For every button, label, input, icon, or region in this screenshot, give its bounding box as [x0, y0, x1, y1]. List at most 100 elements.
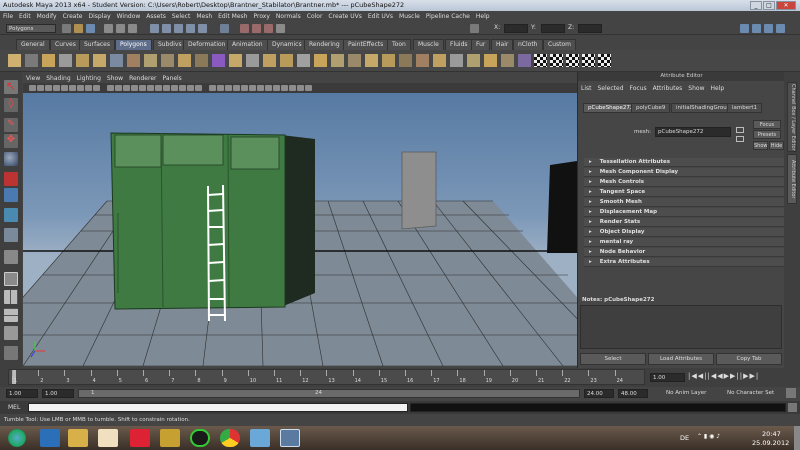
section-displacement-map[interactable]: Displacement Map — [584, 208, 784, 217]
shelf-tool-icon[interactable] — [246, 54, 259, 67]
shelf-tool-icon[interactable] — [467, 54, 480, 67]
shelf-tool-icon[interactable] — [450, 54, 463, 67]
menu-pipeline-cache[interactable]: Pipeline Cache — [426, 13, 470, 20]
viewport-tool-icon[interactable] — [195, 85, 202, 91]
shelf-tool-icon[interactable] — [212, 54, 225, 67]
select-by-component-icon[interactable] — [128, 24, 137, 33]
persp-graph-layout-icon[interactable] — [4, 326, 18, 340]
viewport-tool-icon[interactable] — [61, 85, 68, 91]
menu-help[interactable]: Help — [476, 13, 490, 20]
viewport-tool-icon[interactable] — [77, 85, 84, 91]
z-field[interactable] — [578, 24, 602, 33]
go-to-output-icon[interactable] — [736, 136, 744, 142]
app-icon[interactable] — [250, 429, 270, 447]
viewport-tool-icon[interactable] — [257, 85, 264, 91]
ae-menu-show[interactable]: Show — [688, 85, 704, 92]
ae-menu-focus[interactable]: Focus — [630, 85, 647, 92]
tool-settings-toggle-icon[interactable] — [776, 24, 785, 33]
maximize-button[interactable]: □ — [763, 1, 775, 10]
language-indicator[interactable]: DE — [680, 434, 689, 442]
menu-file[interactable]: File — [3, 13, 13, 20]
focus-button[interactable]: Focus — [753, 120, 781, 129]
shelf-tool-icon[interactable] — [59, 54, 72, 67]
shelf-tool-icon[interactable] — [582, 54, 595, 67]
ae-menu-list[interactable]: List — [581, 85, 592, 92]
gray-box-mesh[interactable] — [401, 151, 437, 230]
shelf-tool-icon[interactable] — [42, 54, 55, 67]
select-button[interactable]: Select — [580, 353, 646, 365]
viewport-tool-icon[interactable] — [53, 85, 60, 91]
perspective-viewport[interactable] — [23, 93, 577, 366]
viewport-tool-icon[interactable] — [305, 85, 312, 91]
tab-polycube[interactable]: polyCube9 — [631, 103, 671, 113]
menu-display[interactable]: Display — [89, 13, 111, 20]
viewport-tool-icon[interactable] — [155, 85, 162, 91]
x-field[interactable] — [504, 24, 528, 33]
viewport-tool-icon[interactable] — [171, 85, 178, 91]
persp-outliner-layout-icon[interactable] — [4, 308, 18, 322]
app-icon[interactable] — [160, 429, 180, 447]
render-view-icon[interactable] — [240, 24, 249, 33]
section-object-display[interactable]: Object Display — [584, 228, 784, 237]
range-slider[interactable]: 1 24 — [78, 389, 580, 398]
viewport-tool-icon[interactable] — [85, 85, 92, 91]
presets-button[interactable]: Presets — [753, 130, 781, 139]
sidebar-toggle-icon[interactable] — [740, 24, 749, 33]
shelf-tab-custom[interactable]: Custom — [543, 39, 576, 50]
select-by-hierarchy-icon[interactable] — [104, 24, 113, 33]
viewport-tool-icon[interactable] — [249, 85, 256, 91]
section-mesh-component-display[interactable]: Mesh Component Display — [584, 168, 784, 177]
file-explorer-icon[interactable] — [68, 429, 88, 447]
section-render-stats[interactable]: Render Stats — [584, 218, 784, 227]
go-to-end-icon[interactable]: ▶| — [750, 372, 760, 380]
shelf-tool-icon[interactable] — [297, 54, 310, 67]
viewport-tool-icon[interactable] — [69, 85, 76, 91]
shelf-tool-icon[interactable] — [178, 54, 191, 67]
menu-color[interactable]: Color — [307, 13, 323, 20]
shelf-tab-dynamics[interactable]: Dynamics — [267, 39, 307, 50]
new-scene-icon[interactable] — [62, 24, 71, 33]
move-tool-icon[interactable]: ✥ — [4, 134, 18, 148]
channel-box-toggle-icon[interactable] — [752, 24, 761, 33]
shelf-tool-icon[interactable] — [399, 54, 412, 67]
menu-select[interactable]: Select — [172, 13, 191, 20]
animation-end-field[interactable]: 48.00 — [618, 389, 648, 398]
playback-end-field[interactable]: 24.00 — [584, 389, 614, 398]
ae-menu-attributes[interactable]: Attributes — [653, 85, 683, 92]
soft-modification-icon[interactable] — [4, 208, 18, 222]
select-tool-icon[interactable]: ↖ — [4, 80, 18, 94]
select-by-object-icon[interactable] — [116, 24, 125, 33]
shelf-tab-polygons[interactable]: Polygons — [115, 39, 152, 50]
viewport-tool-icon[interactable] — [225, 85, 232, 91]
section-smooth-mesh[interactable]: Smooth Mesh — [584, 198, 784, 207]
shelf-tab-toon[interactable]: Toon — [387, 39, 411, 50]
menu-set-dropdown[interactable]: Polygons — [6, 24, 56, 33]
viewport-tool-icon[interactable] — [147, 85, 154, 91]
tab-attribute-editor[interactable]: Attribute Editor — [787, 154, 797, 204]
step-back-key-icon[interactable]: |◀ — [708, 372, 718, 380]
render-current-frame-icon[interactable] — [252, 24, 261, 33]
shelf-tool-icon[interactable] — [195, 54, 208, 67]
shelf-tool-icon[interactable] — [566, 54, 579, 67]
viewport-tool-icon[interactable] — [179, 85, 186, 91]
app-icon[interactable] — [130, 429, 150, 447]
history-icon[interactable] — [220, 24, 229, 33]
viewport-tool-icon[interactable] — [233, 85, 240, 91]
shelf-tool-icon[interactable] — [76, 54, 89, 67]
go-to-start-icon[interactable]: |◀ — [688, 372, 698, 380]
shelf-tool-icon[interactable] — [550, 54, 563, 67]
step-forward-key-icon[interactable]: ▶| — [730, 372, 740, 380]
menu-assets[interactable]: Assets — [146, 13, 166, 20]
ae-menu-help[interactable]: Help — [710, 85, 724, 92]
spotify-icon[interactable] — [190, 429, 210, 447]
animation-start-field[interactable]: 1.00 — [6, 389, 38, 398]
start-button-icon[interactable] — [8, 429, 26, 447]
show-button[interactable]: Show — [753, 141, 768, 150]
playback-start-field[interactable]: 1.00 — [42, 389, 74, 398]
show-manipulator-icon[interactable] — [4, 228, 18, 242]
shelf-tab-painteffects[interactable]: PaintEffects — [343, 39, 389, 50]
shelf-tool-icon[interactable] — [110, 54, 123, 67]
paint-select-icon[interactable]: ✎ — [4, 118, 18, 132]
viewport-tool-icon[interactable] — [123, 85, 130, 91]
ipr-render-icon[interactable] — [264, 24, 273, 33]
